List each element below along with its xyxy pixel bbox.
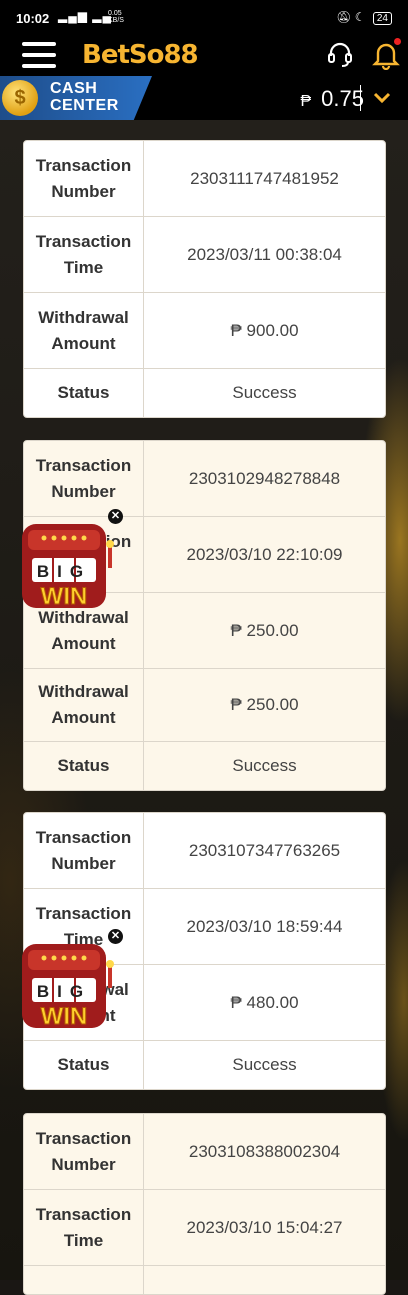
- moon-icon: ☾: [354, 10, 366, 24]
- currency-symbol: ₱: [300, 93, 312, 110]
- table-row: Transaction Time 2023/03/10 15:04:27: [24, 1190, 385, 1266]
- brand-logo[interactable]: BetSo88: [82, 40, 199, 70]
- status-bar: 10:02 ▂▄▆ ▂▄ 0.05 KB/S 🔕︎ ☾ 24: [0, 0, 408, 36]
- cash-label-line1: CASH: [50, 80, 98, 97]
- promo-text-win: WIN: [41, 583, 88, 610]
- row-value: 2303107347763265: [188, 840, 341, 860]
- big-win-promo[interactable]: BIG WIN ✕: [18, 929, 123, 1031]
- row-label: Transaction Number: [24, 1114, 144, 1189]
- promo-text-big: BIG: [37, 982, 91, 1001]
- table-row: [24, 1266, 385, 1294]
- row-label: Status: [24, 1041, 144, 1089]
- battery-icon: 24: [372, 12, 392, 25]
- balance-amount: 0.75: [321, 86, 364, 111]
- slot-machine-icon: BIG WIN: [22, 524, 114, 611]
- row-value: ₱ 250.00: [230, 620, 299, 640]
- row-label: Transaction Time: [24, 1190, 144, 1265]
- table-row: Status Success: [24, 1041, 385, 1089]
- close-icon[interactable]: ✕: [108, 509, 123, 524]
- coin-icon: $: [2, 80, 38, 116]
- cash-label-line2: CENTER: [50, 97, 119, 114]
- menu-icon[interactable]: [22, 42, 56, 70]
- row-label: Withdrawal Amount: [24, 293, 144, 368]
- table-row: Withdrawal Amount ₱ 250.00: [24, 669, 385, 742]
- cash-center-bar: $ CASH CENTER ₱ 0.75: [0, 76, 408, 120]
- balance-caret: [360, 85, 361, 111]
- row-label: Transaction Number: [24, 813, 144, 888]
- row-value: 2303108388002304: [188, 1141, 341, 1161]
- row-label: [24, 1266, 144, 1294]
- table-row: Transaction Number 2303108388002304: [24, 1114, 385, 1190]
- table-row: Transaction Number 2303111747481952: [24, 141, 385, 217]
- table-row: Transaction Time 2023/03/11 00:38:04: [24, 217, 385, 293]
- status-right: 🔕︎ ☾ 24: [336, 10, 392, 25]
- row-value: 2303111747481952: [190, 168, 339, 188]
- row-label: Status: [24, 369, 144, 417]
- transaction-card: Transaction Number 2303111747481952 Tran…: [23, 140, 386, 418]
- row-value: ₱ 480.00: [230, 992, 299, 1012]
- row-value: 2023/03/10 22:10:09: [186, 544, 343, 564]
- row-value: 2023/03/11 00:38:04: [187, 244, 342, 264]
- close-icon[interactable]: ✕: [108, 929, 123, 944]
- row-value: 2023/03/10 15:04:27: [186, 1217, 343, 1237]
- promo-text-win: WIN: [41, 1003, 88, 1030]
- network-speed-value: 0.05: [108, 10, 122, 17]
- row-value: 2303102948278848: [188, 468, 341, 488]
- row-value: ₱ 900.00: [230, 320, 299, 340]
- network-speed: 0.05 KB/S: [108, 10, 124, 24]
- balance-display: ₱ 0.75: [301, 86, 365, 112]
- table-row: Transaction Number 2303102948278848: [24, 441, 385, 517]
- promo-text-big: BIG: [37, 562, 91, 581]
- table-row: Withdrawal Amount ₱ 900.00: [24, 293, 385, 369]
- notification-dot: [394, 38, 401, 45]
- headset-icon[interactable]: [326, 41, 354, 69]
- slot-machine-icon: BIG WIN: [22, 944, 114, 1031]
- table-row: Status Success: [24, 369, 385, 417]
- row-label: Transaction Number: [24, 141, 144, 216]
- network-speed-unit: KB/S: [108, 17, 124, 24]
- row-value: Success: [232, 383, 297, 402]
- row-label: Transaction Time: [24, 217, 144, 292]
- row-value: [144, 1266, 385, 1294]
- table-row: Transaction Number 2303107347763265: [24, 813, 385, 889]
- row-value: Success: [232, 1055, 297, 1074]
- row-value: ₱ 250.00: [230, 695, 299, 714]
- cash-center-label[interactable]: CASH CENTER: [50, 80, 119, 114]
- mute-icon: 🔕︎: [336, 10, 352, 24]
- row-label: Transaction Number: [24, 441, 144, 516]
- table-row: Status Success: [24, 742, 385, 790]
- transaction-card: Transaction Number 2303108388002304 Tran…: [23, 1113, 386, 1295]
- chevron-down-icon[interactable]: [372, 88, 392, 108]
- app-header: BetSo88: [0, 36, 408, 76]
- row-label: Withdrawal Amount: [24, 669, 144, 741]
- status-time: 10:02: [16, 11, 50, 26]
- row-value: Success: [232, 756, 297, 775]
- signal-icon: ▂▄▆ ▂▄: [58, 9, 113, 23]
- row-label: Status: [24, 742, 144, 790]
- row-value: 2023/03/10 18:59:44: [186, 916, 343, 936]
- big-win-promo[interactable]: BIG WIN ✕: [18, 509, 123, 611]
